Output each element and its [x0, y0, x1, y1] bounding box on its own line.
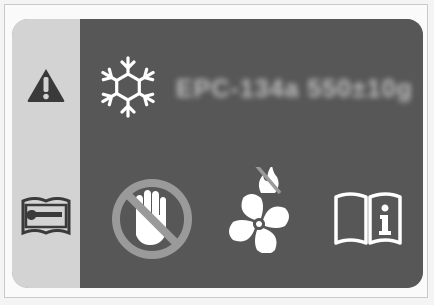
snowflake-icon [101, 56, 155, 118]
service-manual-icon [21, 197, 71, 236]
refrigerant-label-card: EPC-134a 550±10g [12, 19, 423, 288]
sidebar [12, 19, 80, 288]
warning-triangle-icon [27, 69, 65, 102]
refrigerant-spec-text: EPC-134a 550±10g [176, 75, 413, 103]
main-panel: EPC-134a 550±10g [80, 19, 423, 288]
no-touch-hand-icon [112, 179, 192, 259]
read-manual-info-icon [334, 192, 402, 245]
fan-no-flammable-icon [229, 167, 289, 253]
